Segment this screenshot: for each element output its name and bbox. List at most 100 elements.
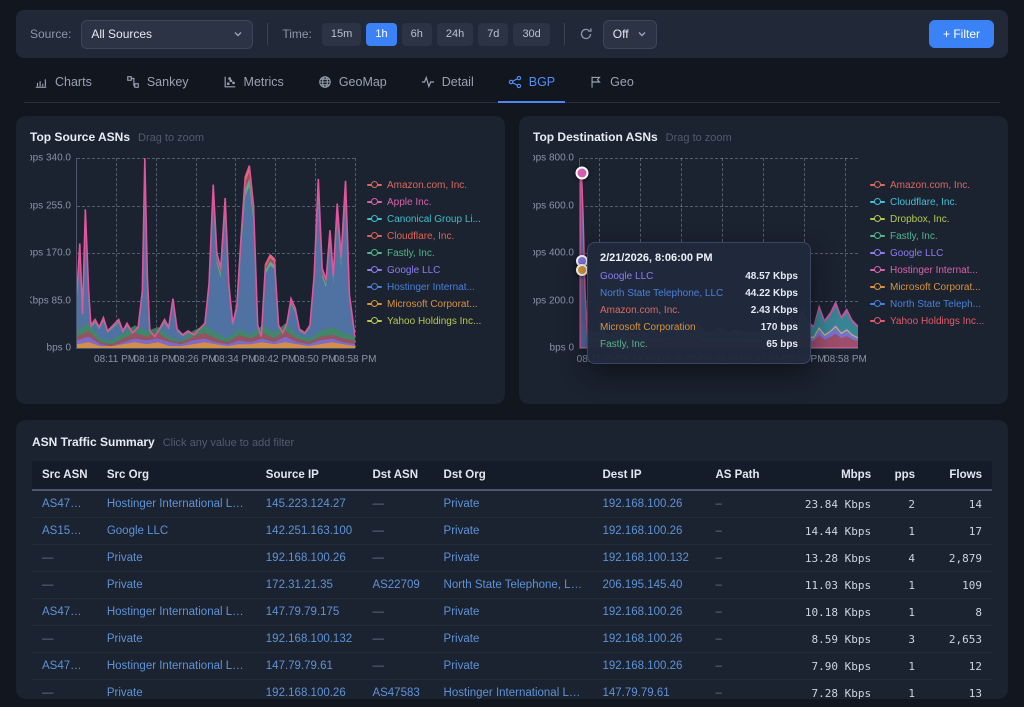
cell-source_ip[interactable]: 172.31.21.35 <box>256 572 363 599</box>
cell-mbps[interactable]: 11.03 Kbps <box>785 572 881 599</box>
cell-src_org[interactable]: Hostinger International Limited <box>97 599 256 626</box>
cell-flows[interactable]: 12 <box>925 653 992 680</box>
cell-src_org[interactable]: Private <box>97 626 256 653</box>
cell-flows[interactable]: 17 <box>925 518 992 545</box>
legend-item[interactable]: Amazon.com, Inc. <box>870 180 996 191</box>
cell-dst_org[interactable]: Private <box>434 545 593 572</box>
tab-sankey[interactable]: Sankey <box>116 71 199 103</box>
legend-item[interactable]: Google LLC <box>367 265 493 276</box>
cell-dest_ip[interactable]: 192.168.100.132 <box>593 545 706 572</box>
legend-item[interactable]: Fastly, Inc. <box>870 231 996 242</box>
cell-src_org[interactable]: Private <box>97 680 256 700</box>
cell-pps[interactable]: 1 <box>881 518 925 545</box>
cell-mbps[interactable]: 8.59 Kbps <box>785 626 881 653</box>
cell-pps[interactable]: 2 <box>881 490 925 518</box>
filter-button[interactable]: + Filter <box>929 20 994 48</box>
column-header-mbps[interactable]: Mbps <box>785 461 881 490</box>
cell-dst_asn[interactable]: AS22709 <box>362 572 433 599</box>
legend-item[interactable]: Hostinger Internat... <box>870 265 996 276</box>
cell-pps[interactable]: 4 <box>881 545 925 572</box>
cell-source_ip[interactable]: 147.79.79.175 <box>256 599 363 626</box>
cell-pps[interactable]: 1 <box>881 680 925 700</box>
time-button-24h[interactable]: 24h <box>437 23 473 46</box>
cell-mbps[interactable]: 13.28 Kbps <box>785 545 881 572</box>
tab-bgp[interactable]: BGP <box>498 71 565 103</box>
legend-item[interactable]: North State Teleph... <box>870 299 996 310</box>
time-button-15m[interactable]: 15m <box>322 23 361 46</box>
tab-detail[interactable]: Detail <box>411 71 484 103</box>
column-header-dst_asn[interactable]: Dst ASN <box>362 461 433 490</box>
legend-item[interactable]: Yahoo Holdings Inc... <box>367 316 493 327</box>
cell-dest_ip[interactable]: 206.195.145.40 <box>593 572 706 599</box>
cell-flows[interactable]: 8 <box>925 599 992 626</box>
chart-plot[interactable] <box>76 158 355 349</box>
legend-item[interactable]: Cloudflare, Inc. <box>367 231 493 242</box>
cell-dest_ip[interactable]: 192.168.100.26 <box>593 599 706 626</box>
legend-item[interactable]: Canonical Group Li... <box>367 214 493 225</box>
time-button-1h[interactable]: 1h <box>366 23 396 46</box>
tab-geo[interactable]: Geo <box>579 71 644 103</box>
cell-source_ip[interactable]: 192.168.100.26 <box>256 545 363 572</box>
legend-item[interactable]: Google LLC <box>870 248 996 259</box>
tab-metrics[interactable]: Metrics <box>213 71 294 103</box>
column-header-src_asn[interactable]: Src ASN <box>32 461 97 490</box>
time-button-30d[interactable]: 30d <box>513 23 549 46</box>
cell-src_asn[interactable]: AS47583 <box>32 653 97 680</box>
cell-src_asn[interactable]: AS15169 <box>32 518 97 545</box>
cell-src_org[interactable]: Google LLC <box>97 518 256 545</box>
cell-mbps[interactable]: 14.44 Kbps <box>785 518 881 545</box>
cell-dest_ip[interactable]: 192.168.100.26 <box>593 518 706 545</box>
cell-source_ip[interactable]: 192.168.100.26 <box>256 680 363 700</box>
cell-dest_ip[interactable]: 192.168.100.26 <box>593 626 706 653</box>
cell-flows[interactable]: 2,653 <box>925 626 992 653</box>
time-button-6h[interactable]: 6h <box>402 23 432 46</box>
refresh-interval-select[interactable]: Off <box>603 20 657 49</box>
cell-mbps[interactable]: 7.28 Kbps <box>785 680 881 700</box>
legend-item[interactable]: Microsoft Corporat... <box>870 282 996 293</box>
cell-src_org[interactable]: Private <box>97 572 256 599</box>
cell-dst_org[interactable]: Hostinger International Limited <box>434 680 593 700</box>
cell-src_asn[interactable]: AS47583 <box>32 599 97 626</box>
cell-dst_org[interactable]: Private <box>434 518 593 545</box>
legend-item[interactable]: Microsoft Corporat... <box>367 299 493 310</box>
cell-src_asn[interactable]: AS47583 <box>32 490 97 518</box>
column-header-flows[interactable]: Flows <box>925 461 992 490</box>
cell-flows[interactable]: 109 <box>925 572 992 599</box>
legend-item[interactable]: Fastly, Inc. <box>367 248 493 259</box>
legend-item[interactable]: Amazon.com, Inc. <box>367 180 493 191</box>
cell-mbps[interactable]: 7.90 Kbps <box>785 653 881 680</box>
cell-flows[interactable]: 2,879 <box>925 545 992 572</box>
column-header-dest_ip[interactable]: Dest IP <box>593 461 706 490</box>
cell-dst_asn[interactable]: AS47583 <box>362 680 433 700</box>
cell-dst_org[interactable]: Private <box>434 599 593 626</box>
cell-source_ip[interactable]: 142.251.163.100 <box>256 518 363 545</box>
time-button-7d[interactable]: 7d <box>478 23 508 46</box>
column-header-as_path[interactable]: AS Path <box>705 461 784 490</box>
cell-pps[interactable]: 1 <box>881 653 925 680</box>
cell-dst_org[interactable]: Private <box>434 490 593 518</box>
cell-flows[interactable]: 14 <box>925 490 992 518</box>
legend-item[interactable]: Dropbox, Inc. <box>870 214 996 225</box>
source-select[interactable]: All Sources <box>81 20 253 49</box>
cell-pps[interactable]: 1 <box>881 572 925 599</box>
tab-geomap[interactable]: GeoMap <box>308 71 397 103</box>
cell-pps[interactable]: 1 <box>881 599 925 626</box>
cell-pps[interactable]: 3 <box>881 626 925 653</box>
cell-flows[interactable]: 13 <box>925 680 992 700</box>
cell-dst_org[interactable]: North State Telephone, LLC <box>434 572 593 599</box>
cell-source_ip[interactable]: 192.168.100.132 <box>256 626 363 653</box>
column-header-src_org[interactable]: Src Org <box>97 461 256 490</box>
column-header-source_ip[interactable]: Source IP <box>256 461 363 490</box>
cell-src_org[interactable]: Private <box>97 545 256 572</box>
cell-dest_ip[interactable]: 147.79.79.61 <box>593 680 706 700</box>
cell-mbps[interactable]: 23.84 Kbps <box>785 490 881 518</box>
column-header-pps[interactable]: pps <box>881 461 925 490</box>
legend-item[interactable]: Yahoo Holdings Inc... <box>870 316 996 327</box>
tab-charts[interactable]: Charts <box>24 71 102 103</box>
cell-source_ip[interactable]: 147.79.79.61 <box>256 653 363 680</box>
cell-mbps[interactable]: 10.18 Kbps <box>785 599 881 626</box>
cell-dest_ip[interactable]: 192.168.100.26 <box>593 653 706 680</box>
cell-dest_ip[interactable]: 192.168.100.26 <box>593 490 706 518</box>
legend-item[interactable]: Cloudflare, Inc. <box>870 197 996 208</box>
cell-src_org[interactable]: Hostinger International Limited <box>97 653 256 680</box>
